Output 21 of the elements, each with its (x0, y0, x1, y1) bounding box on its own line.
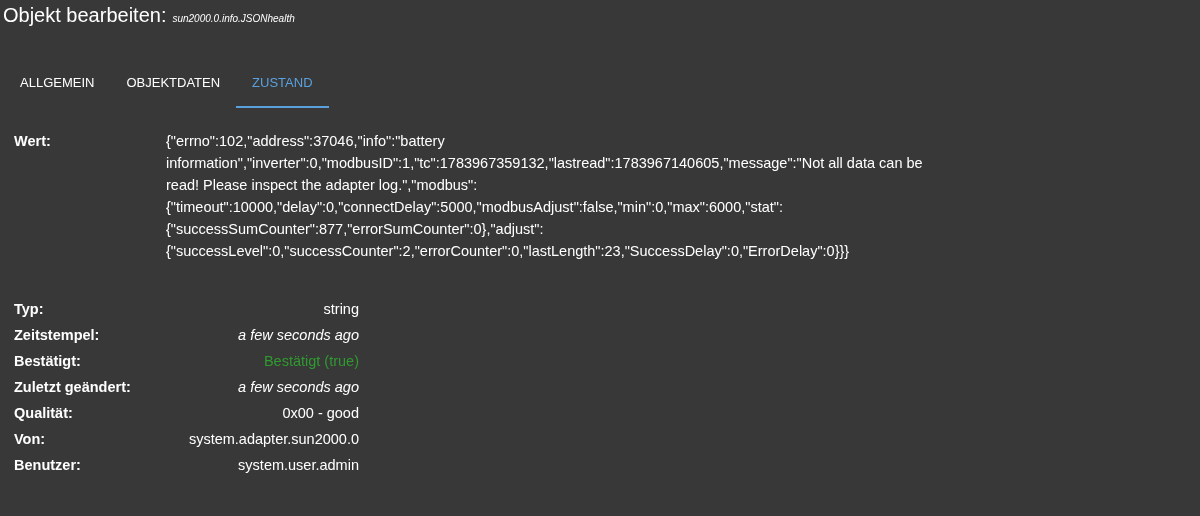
property-value: a few seconds ago (238, 378, 359, 397)
property-label: Benutzer: (14, 456, 82, 475)
property-label: Typ: (14, 300, 45, 319)
tab[interactable]: ZUSTAND (236, 61, 329, 108)
object-id: sun2000.0.info.JSONhealth (172, 13, 295, 24)
json-value: {"errno":102,"address":37046,"info":"battery information","inverter":0,"modbusID":1,"tc":1783967359132,"lastread":1783967140605,"message":"Not all data can be read! Please inspect the adapter log.","modbus":{"timeout":10000,"delay":0,"connectDelay":5000,"modbusAdjust":false,"min":0,"max":6000,"stat":{"successSumCounter":877,"errorSumCounter":0},"adjust":{"successLevel":0,"successCounter":2,"errorCounter":0,"lastLength":23,"SuccessDelay":0,"ErrorDelay":0}}} (166, 132, 924, 261)
tab[interactable]: ALLGEMEIN (4, 61, 111, 108)
property-value: a few seconds ago (238, 326, 359, 345)
property-label: Qualität: (14, 404, 74, 423)
property-label: Zuletzt geändert: (14, 378, 132, 397)
dialog-title: Objekt bearbeiten: (3, 4, 167, 27)
tab[interactable]: OBJEKTDATEN (110, 61, 237, 108)
value-label: Wert: (14, 132, 52, 151)
property-value: string (323, 300, 359, 319)
property-value: Bestätigt (true) (263, 352, 359, 371)
property-label: Zeitstempel: (14, 326, 101, 345)
property-label: Bestätigt: (14, 352, 82, 371)
property-value: 0x00 - good (282, 404, 359, 423)
property-value: system.user.admin (238, 456, 359, 475)
property-value: system.adapter.sun2000.0 (188, 430, 359, 449)
property-label: Von: (14, 430, 47, 449)
